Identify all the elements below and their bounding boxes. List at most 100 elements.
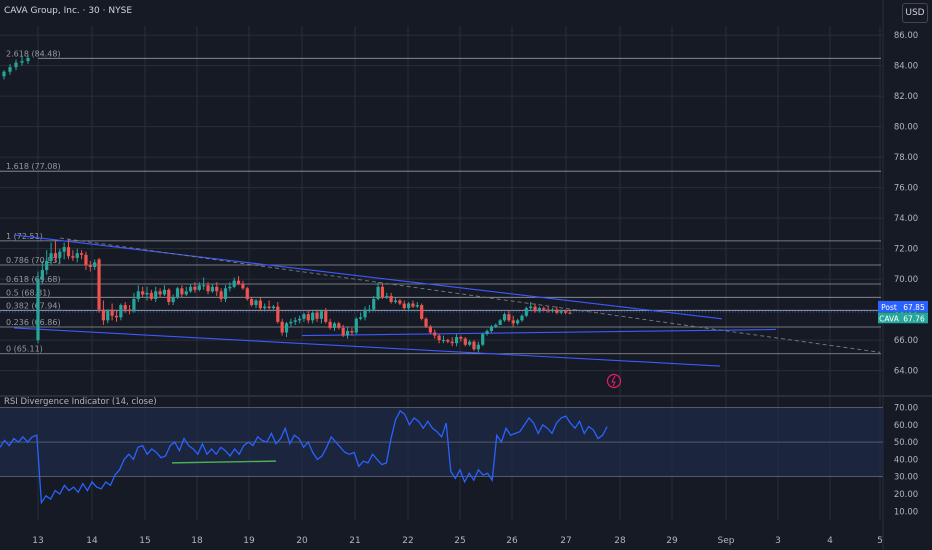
candle-body xyxy=(193,286,197,290)
price-label-value: 67.85 xyxy=(903,303,925,312)
candle-body xyxy=(476,344,480,350)
candle-body xyxy=(376,286,380,299)
candle-body xyxy=(271,306,276,309)
candle-body xyxy=(542,308,546,310)
x-tick-label: 21 xyxy=(349,536,360,546)
candle-body xyxy=(306,314,310,321)
rsi-tick-label: 60.00 xyxy=(894,421,918,431)
candle-body xyxy=(145,292,149,295)
candle-body xyxy=(80,253,84,255)
x-tick-label: 14 xyxy=(86,536,98,546)
rsi-tick-label: 40.00 xyxy=(894,455,918,465)
fib-label: 0.236 (66.86) xyxy=(6,318,61,327)
y-tick-label: 76.00 xyxy=(894,184,918,194)
candle-body xyxy=(215,286,219,292)
candle-body xyxy=(485,331,489,335)
symbol-title: CAVA Group, Inc. · 30 · NYSE xyxy=(4,6,132,16)
fib-label: 0.5 (68.81) xyxy=(6,288,50,297)
candle-body xyxy=(75,253,79,258)
candle-body xyxy=(420,305,424,319)
candle-body xyxy=(171,297,175,303)
candle-body xyxy=(293,320,297,322)
candle-body xyxy=(298,318,302,321)
candle-body xyxy=(328,321,332,328)
candle-body xyxy=(459,337,463,339)
candle-body xyxy=(568,312,572,314)
candle-body xyxy=(481,334,485,345)
candle-body xyxy=(367,309,371,311)
candle-body xyxy=(210,286,214,292)
candle-body xyxy=(180,288,184,295)
candle-body xyxy=(559,311,563,313)
candle-body xyxy=(245,288,249,299)
candle-body xyxy=(66,247,71,257)
y-tick-label: 84.00 xyxy=(894,62,918,72)
candle-body xyxy=(472,341,476,350)
candle-body xyxy=(149,292,153,299)
x-tick-label: 3 xyxy=(775,536,781,546)
candle-body xyxy=(437,335,441,341)
candle-body xyxy=(14,62,18,68)
y-tick-label: 80.00 xyxy=(894,123,918,133)
candle-body xyxy=(123,305,127,310)
candle-body xyxy=(167,289,171,303)
candle-body xyxy=(450,341,454,344)
candle-body xyxy=(454,337,459,344)
candle-body xyxy=(93,262,97,267)
candle-body xyxy=(563,311,568,313)
candle-body xyxy=(184,291,188,295)
candle-body xyxy=(498,320,502,325)
candle-body xyxy=(219,291,223,299)
candle-body xyxy=(516,320,520,324)
x-tick-label: 26 xyxy=(506,536,518,546)
candle-body xyxy=(415,305,419,307)
candle-body xyxy=(158,291,162,295)
y-tick-label: 86.00 xyxy=(894,31,918,41)
fib-label: 0.382 (67.94) xyxy=(6,302,61,311)
candle-body xyxy=(407,303,411,309)
candle-body xyxy=(524,308,528,316)
x-tick-label: 5 xyxy=(877,536,883,546)
candle-body xyxy=(345,331,350,336)
rsi-tick-label: 70.00 xyxy=(894,403,918,413)
candle-body xyxy=(58,251,62,258)
currency-button[interactable]: USD xyxy=(902,3,928,23)
candle-body xyxy=(36,279,40,341)
candle-body xyxy=(162,289,167,295)
x-tick-label: 29 xyxy=(666,536,678,546)
fib-label: 1.618 (77.08) xyxy=(6,162,61,171)
candle-body xyxy=(363,309,367,318)
candle-body xyxy=(380,286,385,298)
candle-body xyxy=(127,309,132,312)
fib-label: 0.618 (69.68) xyxy=(6,275,61,284)
candle-body xyxy=(511,320,515,324)
y-tick-label: 64.00 xyxy=(894,367,918,377)
candle-body xyxy=(26,58,30,62)
candle-body xyxy=(40,270,44,280)
candle-body xyxy=(319,311,323,319)
candle-body xyxy=(197,285,201,290)
candle-body xyxy=(546,309,550,312)
x-tick-label: 13 xyxy=(32,536,43,546)
fib-label: 2.618 (84.48) xyxy=(6,49,61,58)
rsi-tick-label: 50.00 xyxy=(894,438,918,448)
x-tick-label: 18 xyxy=(191,536,203,546)
candle-body xyxy=(402,303,406,309)
candle-body xyxy=(332,323,337,328)
candle-body xyxy=(446,340,450,342)
candle-body xyxy=(236,280,241,284)
chart-canvas[interactable]: 13 14 15 18 19 20 21 22 25 26 27 28 29 Sep 3 4 5 86.00 84.… xyxy=(0,0,932,550)
price-label-value: 67.76 xyxy=(903,314,925,323)
candle-body xyxy=(284,323,289,333)
candle-body xyxy=(114,315,119,318)
candle-body xyxy=(53,253,58,258)
candle-body xyxy=(507,314,511,321)
candle-body xyxy=(141,291,145,295)
candle-body xyxy=(202,285,206,287)
candle-body xyxy=(520,315,524,321)
candle-body xyxy=(359,317,363,319)
candle-body xyxy=(555,309,559,313)
candle-body xyxy=(136,291,140,299)
x-tick-label: 28 xyxy=(614,536,626,546)
x-tick-label: 22 xyxy=(402,536,413,546)
